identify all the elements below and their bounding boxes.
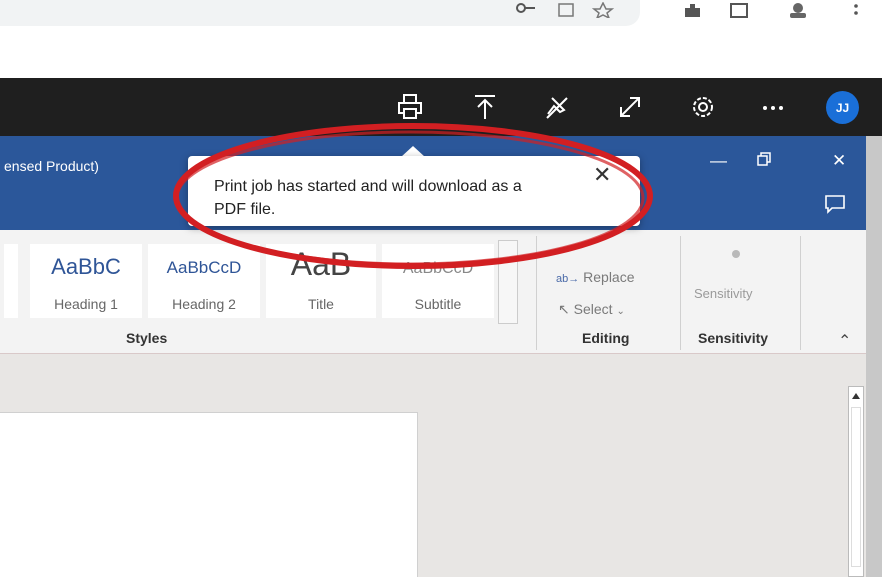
- screenshot-root: JJ ensed Product) — ✕ AaBbC Heading 1 Aa…: [0, 0, 882, 577]
- annotation-ellipse: [173, 123, 653, 269]
